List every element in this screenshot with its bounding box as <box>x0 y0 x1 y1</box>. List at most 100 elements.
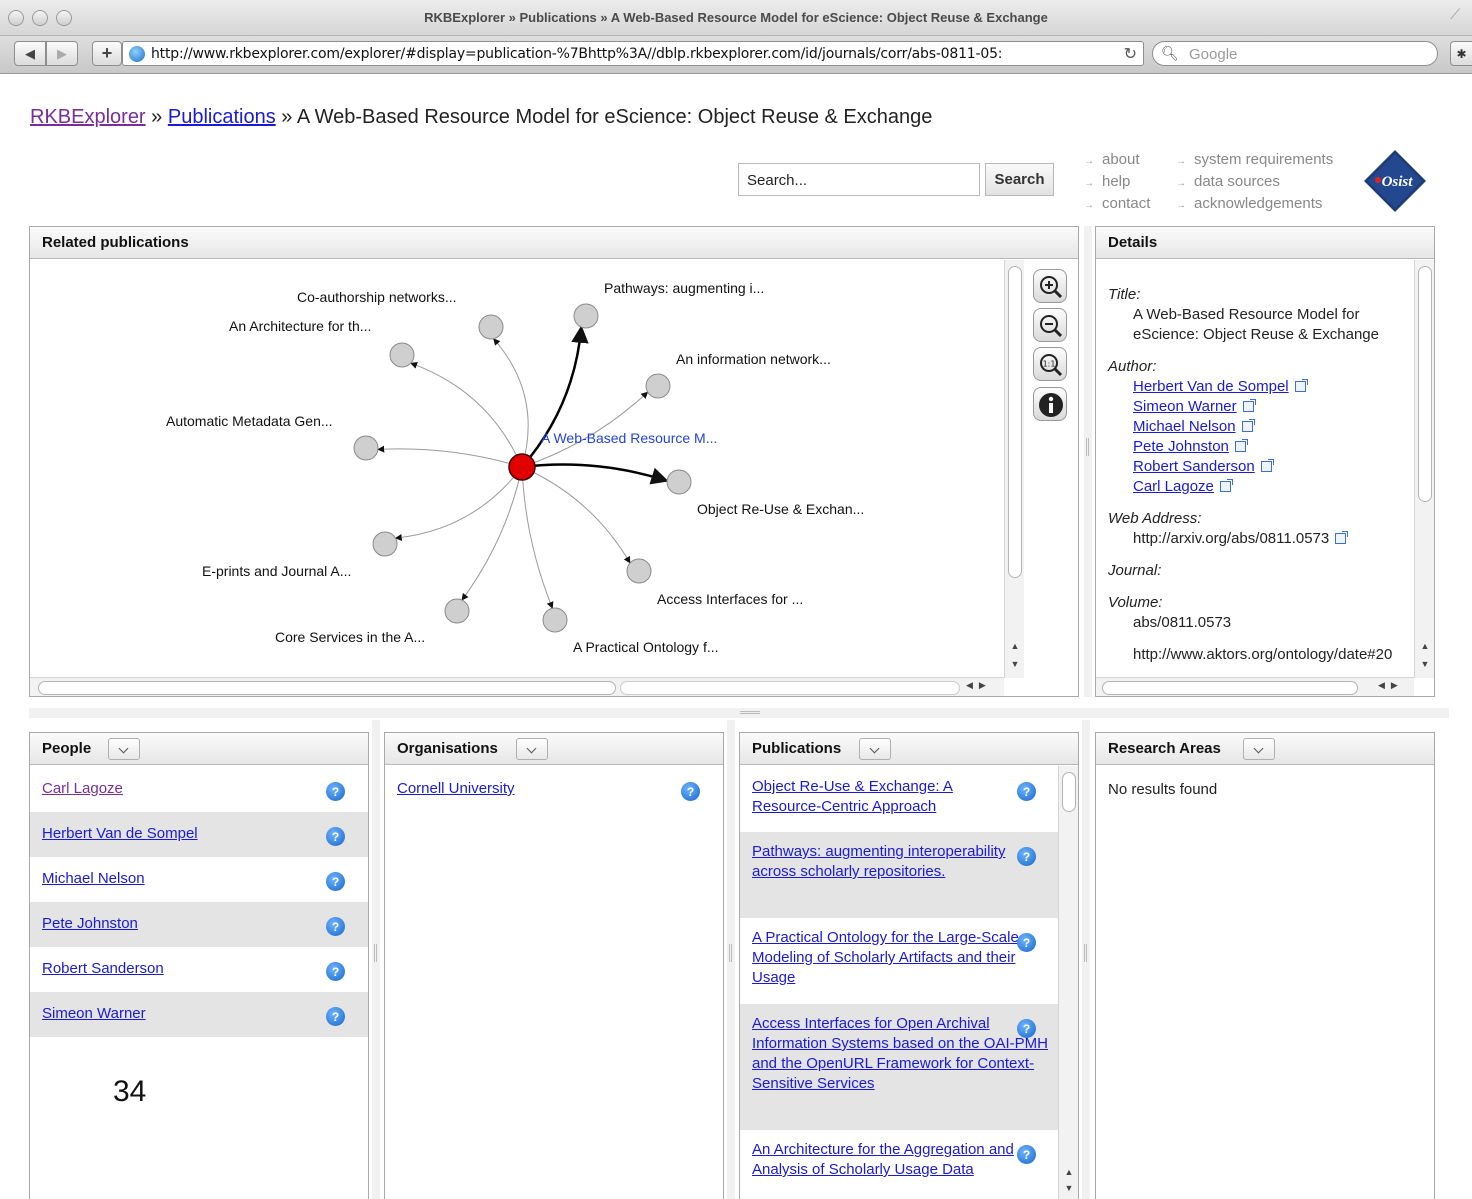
external-link-icon[interactable] <box>1335 531 1349 544</box>
graph-node-label[interactable]: A Practical Ontology f... <box>573 639 719 655</box>
publication-link[interactable]: A Practical Ontology for the Large-Scale… <box>752 928 1060 988</box>
external-link-icon[interactable] <box>1294 379 1308 392</box>
help-question-icon[interactable]: ? <box>326 1007 345 1026</box>
address-bar[interactable]: http://www.rkbexplorer.com/explorer/#dis… <box>122 41 1144 66</box>
splitter-grip-icon[interactable] <box>729 944 732 962</box>
graph-node-label[interactable]: Access Interfaces for ... <box>657 591 803 607</box>
people-dropdown-button[interactable] <box>108 738 140 760</box>
publications-vertical-scrollbar[interactable]: ▲ ▼ <box>1058 766 1078 1199</box>
help-question-icon[interactable]: ? <box>326 827 345 846</box>
resist-logo[interactable]: Osist <box>1364 150 1426 212</box>
link-data-sources[interactable]: → data sources <box>1176 172 1333 194</box>
author-link[interactable]: Carl Lagoze <box>1108 477 1408 497</box>
author-link[interactable]: Simeon Warner <box>1108 397 1408 417</box>
scroll-down-arrow-icon[interactable]: ▼ <box>1059 1180 1078 1196</box>
splitter-grip-icon[interactable] <box>1084 944 1087 962</box>
publication-link[interactable]: Object Re-Use & Exchange: A Resource-Cen… <box>752 777 1012 817</box>
scroll-down-arrow-icon[interactable]: ▼ <box>1415 656 1434 672</box>
link-acknowledgements[interactable]: → acknowledgements <box>1176 194 1333 216</box>
splitter[interactable] <box>372 720 380 1199</box>
site-search-input[interactable]: Search... <box>738 163 980 196</box>
google-search-field[interactable]: 🔍︎ Google <box>1152 41 1438 66</box>
scroll-up-arrow-icon[interactable]: ▲ <box>1415 638 1434 654</box>
help-question-icon[interactable]: ? <box>326 962 345 981</box>
list-item[interactable]: Simeon Warner ? <box>30 992 368 1037</box>
scrollbar-thumb[interactable] <box>1008 266 1022 578</box>
graph-node[interactable] <box>389 342 415 368</box>
person-link[interactable]: Carl Lagoze <box>42 780 123 797</box>
scroll-up-arrow-icon[interactable]: ▲ <box>1059 1164 1078 1180</box>
publications-dropdown-button[interactable] <box>859 738 891 760</box>
organisation-link[interactable]: Cornell University <box>397 780 515 797</box>
graph-node-label[interactable]: Object Re-Use & Exchan... <box>697 501 864 517</box>
publication-link[interactable]: Access Interfaces for Open Archival Info… <box>752 1014 1052 1094</box>
help-question-icon[interactable]: ? <box>1017 782 1036 801</box>
related-publications-graph[interactable] <box>30 260 1010 678</box>
graph-node-label[interactable]: Automatic Metadata Gen... <box>166 413 333 429</box>
scroll-left-right-arrows-icon[interactable]: ◀▶ <box>966 680 992 691</box>
help-question-icon[interactable]: ? <box>1017 1145 1036 1164</box>
list-item[interactable]: Pathways: augmenting interoperability ac… <box>740 832 1058 918</box>
graph-node[interactable] <box>666 469 692 495</box>
help-question-icon[interactable]: ? <box>1017 933 1036 952</box>
person-link[interactable]: Simeon Warner <box>42 1005 146 1022</box>
graph-node[interactable] <box>626 558 652 584</box>
breadcrumb-home-link[interactable]: RKBExplorer <box>30 106 146 128</box>
person-link[interactable]: Robert Sanderson <box>42 960 164 977</box>
forward-button[interactable]: ▶ <box>46 41 78 66</box>
scrollbar-thumb[interactable] <box>1062 772 1076 812</box>
link-help[interactable]: → help <box>1084 172 1150 194</box>
scrollbar-thumb[interactable] <box>1102 681 1358 695</box>
splitter-grip-icon[interactable] <box>1086 438 1089 456</box>
help-question-icon[interactable]: ? <box>326 872 345 891</box>
author-link[interactable]: Pete Johnston <box>1108 437 1408 457</box>
graph-node[interactable] <box>478 314 504 340</box>
graph-node[interactable] <box>573 303 599 329</box>
info-button[interactable] <box>1033 387 1067 421</box>
zoom-fit-button[interactable]: 1:1 <box>1033 347 1067 381</box>
help-question-icon[interactable]: ? <box>681 782 700 801</box>
link-about[interactable]: → about <box>1084 150 1150 172</box>
link-contact[interactable]: → contact <box>1084 194 1150 216</box>
person-link[interactable]: Herbert Van de Sompel <box>42 825 198 842</box>
scrollbar-thumb[interactable] <box>38 681 616 695</box>
publication-link[interactable]: Pathways: augmenting interoperability ac… <box>752 842 1012 882</box>
details-vertical-scrollbar[interactable]: ▲ ▼ <box>1414 260 1434 678</box>
search-button[interactable]: Search <box>985 163 1054 196</box>
back-button[interactable]: ◀ <box>14 41 46 66</box>
help-question-icon[interactable]: ? <box>326 782 345 801</box>
graph-node-label[interactable]: Co-authorship networks... <box>297 289 457 305</box>
person-link[interactable]: Michael Nelson <box>42 870 145 887</box>
breadcrumb-publications-link[interactable]: Publications <box>168 106 276 128</box>
splitter-grip-icon[interactable] <box>374 944 377 962</box>
graph-center-label[interactable]: A Web-Based Resource M... <box>541 430 717 446</box>
splitter[interactable] <box>1082 720 1090 1199</box>
help-question-icon[interactable]: ? <box>1017 1019 1036 1038</box>
add-bookmark-button[interactable]: + <box>92 41 122 66</box>
graph-node[interactable] <box>372 531 398 557</box>
list-item[interactable]: A Practical Ontology for the Large-Scale… <box>740 918 1058 1004</box>
toolbar-extra-button[interactable]: ✱ <box>1450 41 1472 66</box>
external-link-icon[interactable] <box>1260 459 1274 472</box>
graph-center-node[interactable] <box>508 453 536 481</box>
scroll-down-arrow-icon[interactable]: ▼ <box>1005 656 1025 672</box>
author-link[interactable]: Herbert Van de Sompel <box>1108 377 1408 397</box>
author-link[interactable]: Robert Sanderson <box>1108 457 1408 477</box>
url-text[interactable]: http://www.rkbexplorer.com/explorer/#dis… <box>151 46 1113 62</box>
list-item[interactable]: An Architecture for the Aggregation and … <box>740 1130 1058 1196</box>
external-link-icon[interactable] <box>1241 419 1255 432</box>
graph-node[interactable] <box>444 598 470 624</box>
list-item[interactable]: Herbert Van de Sompel ? <box>30 812 368 857</box>
external-link-icon[interactable] <box>1234 439 1248 452</box>
scroll-left-right-arrows-icon[interactable]: ◀▶ <box>1378 680 1404 691</box>
list-item[interactable]: Michael Nelson ? <box>30 857 368 902</box>
details-horizontal-scrollbar[interactable]: ◀▶ <box>1096 677 1414 696</box>
graph-node[interactable] <box>542 607 568 633</box>
graph-node-label[interactable]: E-prints and Journal A... <box>202 563 351 579</box>
zoom-in-button[interactable] <box>1033 269 1067 303</box>
external-link-icon[interactable] <box>1242 399 1256 412</box>
external-link-icon[interactable] <box>1219 479 1233 492</box>
graph-horizontal-scrollbar[interactable]: ◀▶ <box>30 677 1004 696</box>
help-question-icon[interactable]: ? <box>326 917 345 936</box>
reload-icon[interactable]: ↻ <box>1124 44 1137 64</box>
